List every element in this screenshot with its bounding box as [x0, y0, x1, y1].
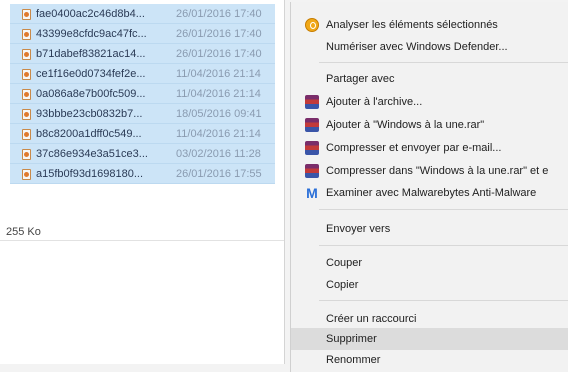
file-row[interactable]: b71dabef83821ac14... 26/01/2016 17:40: [10, 44, 275, 64]
winrar-archive-icon: [305, 95, 319, 109]
file-icon: [21, 8, 31, 20]
menu-item-send-to[interactable]: Envoyer vers: [291, 218, 568, 240]
shield-scan-icon: [305, 18, 319, 32]
menu-item-share-with[interactable]: Partager avec: [291, 68, 568, 90]
menu-item-malwarebytes-scan[interactable]: M Examiner avec Malwarebytes Anti-Malwar…: [291, 182, 568, 204]
file-date: 26/01/2016 17:40: [176, 7, 262, 20]
file-name: a15fb0f93d1698180...: [36, 167, 144, 180]
winrar-archive-icon: [305, 164, 319, 178]
file-name: 37c86e934e3a51ce3...: [36, 147, 148, 160]
file-name: 93bbbe23cb0832b7...: [36, 107, 143, 120]
explorer-file-pane: fae0400ac2c46d8b4... 26/01/2016 17:40 433…: [0, 0, 285, 364]
file-row[interactable]: 93bbbe23cb0832b7... 18/05/2016 09:41: [10, 104, 275, 124]
winrar-archive-icon: [305, 141, 319, 155]
file-name: b8c8200a1dff0c549...: [36, 127, 142, 140]
file-icon: [21, 48, 31, 60]
file-icon: [21, 88, 31, 100]
menu-item-label: Compresser dans "Windows à la une.rar" e…: [326, 165, 549, 177]
file-row[interactable]: 37c86e934e3a51ce3... 03/02/2016 11:28: [10, 144, 275, 164]
menu-item-label: Partager avec: [326, 73, 395, 85]
file-icon: [21, 28, 31, 40]
menu-item-label: Compresser et envoyer par e-mail...: [326, 142, 502, 154]
selection-size-status: 255 Ko: [6, 226, 41, 238]
file-name: 0a086a8e7b00fc509...: [36, 87, 146, 100]
file-date: 11/04/2016 21:14: [176, 67, 261, 80]
menu-separator: [319, 62, 568, 63]
file-row[interactable]: a15fb0f93d1698180... 26/01/2016 17:55: [10, 164, 275, 184]
menu-item-compress-email[interactable]: Compresser et envoyer par e-mail...: [291, 137, 568, 159]
file-row[interactable]: ce1f16e0d0734fef2e... 11/04/2016 21:14: [10, 64, 275, 84]
file-name: ce1f16e0d0734fef2e...: [36, 67, 146, 80]
file-row[interactable]: b8c8200a1dff0c549... 11/04/2016 21:14: [10, 124, 275, 144]
file-icon: [21, 108, 31, 120]
file-date: 11/04/2016 21:14: [176, 87, 261, 100]
file-name: b71dabef83821ac14...: [36, 47, 146, 60]
menu-separator: [319, 245, 568, 246]
winrar-archive-icon: [305, 118, 319, 132]
menu-item-label: Renommer: [326, 354, 381, 366]
menu-item-analyze[interactable]: Analyser les éléments sélectionnés: [291, 14, 568, 36]
file-icon: [21, 128, 31, 140]
file-date: 26/01/2016 17:40: [176, 27, 262, 40]
menu-item-label: Numériser avec Windows Defender...: [326, 41, 508, 53]
file-icon: [21, 168, 31, 180]
status-divider: [0, 240, 284, 241]
menu-item-label: Ajouter à l'archive...: [326, 96, 423, 108]
file-row[interactable]: 0a086a8e7b00fc509... 11/04/2016 21:14: [10, 84, 275, 104]
menu-item-label: Ajouter à "Windows à la une.rar": [326, 119, 485, 131]
menu-item-delete[interactable]: Supprimer: [291, 328, 568, 350]
file-date: 26/01/2016 17:40: [176, 47, 262, 60]
context-menu: Analyser les éléments sélectionnés Numér…: [290, 2, 568, 372]
menu-item-create-shortcut[interactable]: Créer un raccourci: [291, 308, 568, 330]
file-icon: [21, 68, 31, 80]
file-icon: [21, 148, 31, 160]
menu-item-add-to-archive[interactable]: Ajouter à l'archive...: [291, 91, 568, 113]
menu-item-label: Créer un raccourci: [326, 313, 417, 325]
file-date: 03/02/2016 11:28: [176, 147, 261, 160]
menu-item-cut[interactable]: Couper: [291, 252, 568, 274]
file-name: 43399e8cfdc9ac47fc...: [36, 27, 147, 40]
menu-item-label: Supprimer: [326, 333, 377, 345]
file-date: 11/04/2016 21:14: [176, 127, 261, 140]
menu-item-label: Couper: [326, 257, 363, 269]
file-date: 26/01/2016 17:55: [176, 167, 262, 180]
malwarebytes-icon: M: [306, 185, 318, 201]
menu-item-label: Envoyer vers: [326, 223, 391, 235]
menu-item-copy[interactable]: Copier: [291, 274, 568, 296]
file-date: 18/05/2016 09:41: [176, 107, 262, 120]
menu-item-label: Examiner avec Malwarebytes Anti-Malware: [326, 187, 537, 199]
menu-item-label: Copier: [326, 279, 359, 291]
file-row[interactable]: fae0400ac2c46d8b4... 26/01/2016 17:40: [10, 4, 275, 24]
menu-item-label: Analyser les éléments sélectionnés: [326, 19, 498, 31]
menu-item-defender-scan[interactable]: Numériser avec Windows Defender...: [291, 36, 568, 58]
file-name: fae0400ac2c46d8b4...: [36, 7, 145, 20]
menu-separator: [319, 209, 568, 210]
menu-item-add-to-rar[interactable]: Ajouter à "Windows à la une.rar": [291, 114, 568, 136]
file-row[interactable]: 43399e8cfdc9ac47fc... 26/01/2016 17:40: [10, 24, 275, 44]
menu-separator: [319, 300, 568, 301]
file-list: fae0400ac2c46d8b4... 26/01/2016 17:40 433…: [10, 4, 275, 184]
menu-item-rename[interactable]: Renommer: [291, 349, 568, 371]
menu-item-compress-rar-email[interactable]: Compresser dans "Windows à la une.rar" e…: [291, 160, 568, 182]
